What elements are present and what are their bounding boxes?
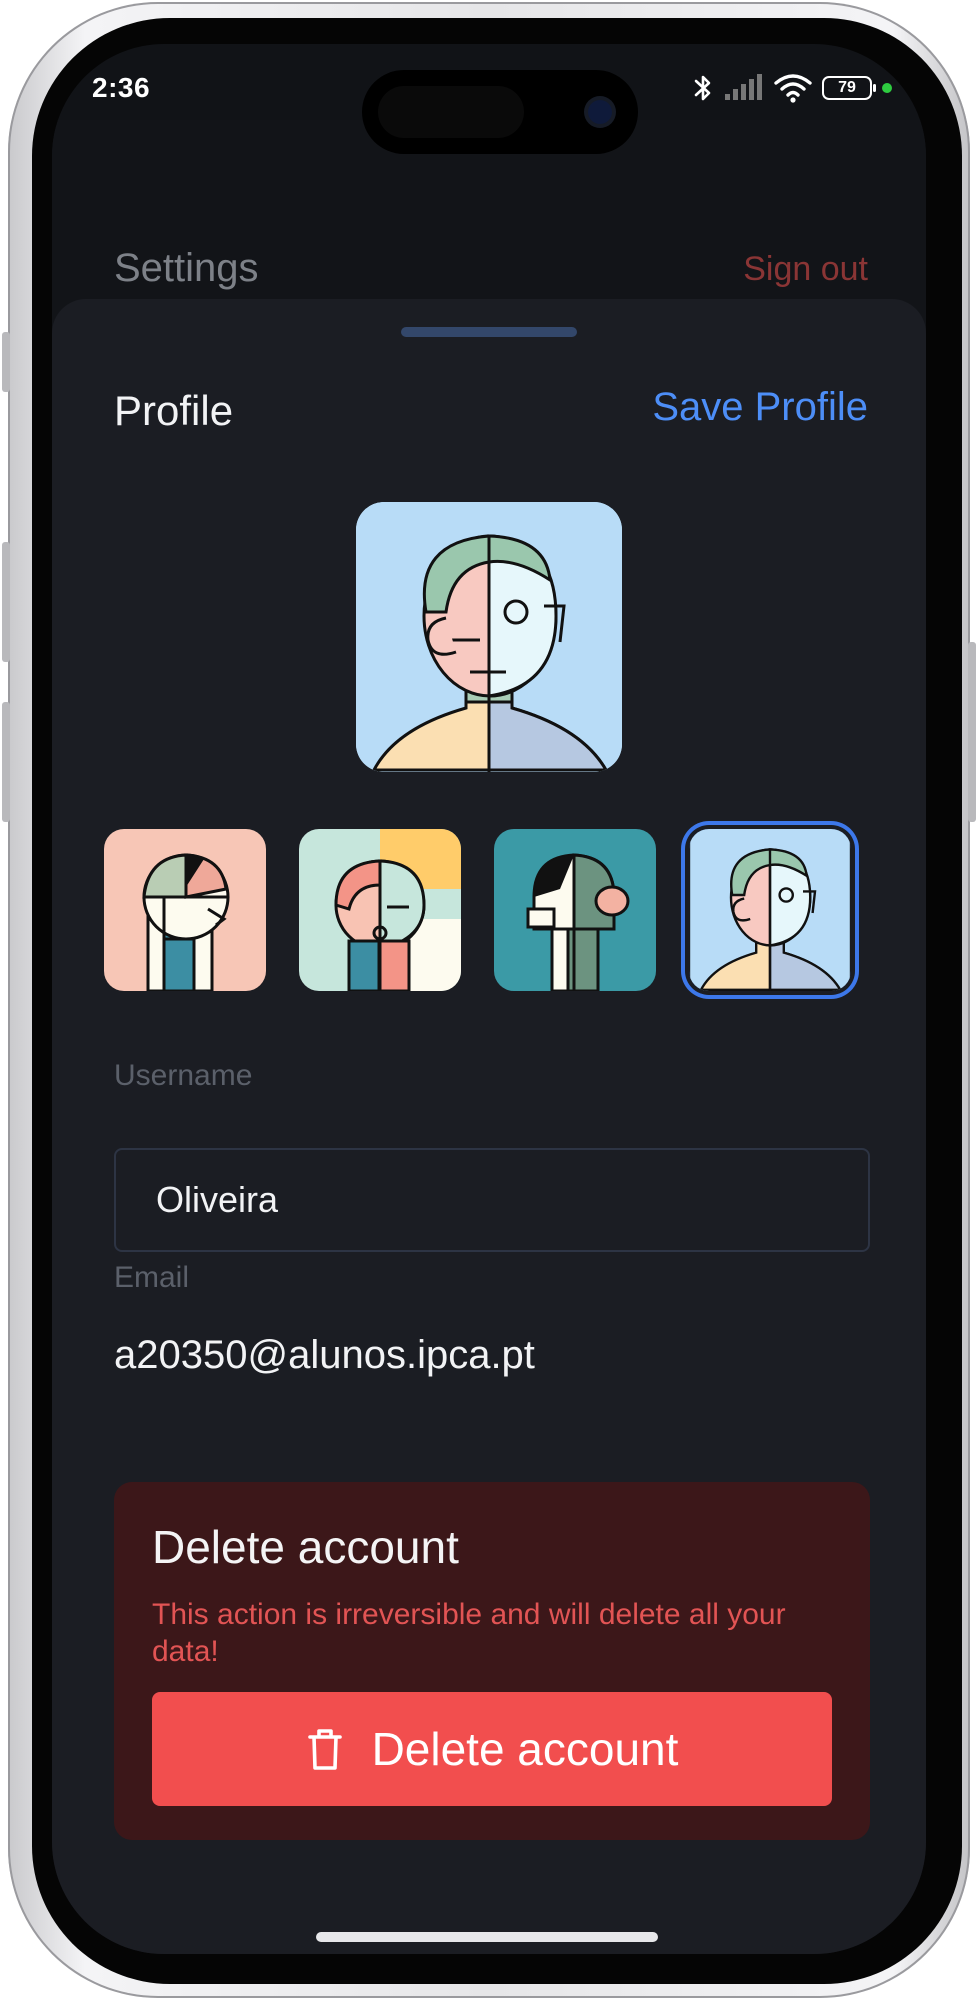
- avatar-face-illustration: [356, 502, 622, 772]
- status-icons: 79: [692, 70, 892, 106]
- username-input[interactable]: [114, 1148, 870, 1252]
- screen: Settings Sign out 2:36 79 Profile Save P…: [52, 44, 926, 1954]
- bluetooth-icon: [694, 75, 711, 101]
- email-label: Email: [114, 1261, 190, 1294]
- battery-level: 79: [838, 79, 856, 96]
- avatar-face-illustration: [690, 829, 850, 991]
- power-button: [968, 642, 976, 822]
- save-profile-button: Save Profile: [652, 385, 868, 429]
- avatar-face-illustration: [104, 829, 266, 991]
- sheet-title: Profile: [114, 387, 234, 434]
- battery-icon: 79: [822, 76, 876, 100]
- delete-account-warning: This action is irreversible and will del…: [152, 1598, 786, 1668]
- avatar-option-2[interactable]: [299, 829, 461, 991]
- island-sensor: [378, 86, 524, 138]
- home-indicator[interactable]: [316, 1932, 658, 1942]
- page-title: Settings: [114, 246, 259, 290]
- avatar-face-illustration: [299, 829, 461, 991]
- delete-account-button-label: Delete account: [371, 1723, 679, 1775]
- volume-down-button: [2, 702, 10, 822]
- privacy-indicator-dot: [882, 83, 892, 93]
- delete-account-panel: Delete account This action is irreversib…: [114, 1482, 870, 1840]
- status-bar: 2:36 79: [52, 44, 926, 154]
- trash-icon: [307, 1729, 342, 1770]
- avatar-option-3[interactable]: [494, 829, 656, 991]
- username-label: Username: [114, 1059, 253, 1092]
- wifi-icon: [774, 74, 812, 103]
- avatar-option-4[interactable]: [689, 829, 851, 991]
- avatar-option-1[interactable]: [104, 829, 266, 991]
- dynamic-island: [362, 70, 638, 154]
- profile-sheet: Profile Save Profile Username Oliveira E…: [52, 299, 926, 1954]
- sign-out-button[interactable]: Sign out: [743, 250, 868, 289]
- status-time: 2:36: [92, 72, 151, 103]
- sheet-drag-handle[interactable]: [401, 327, 577, 337]
- front-camera: [588, 100, 612, 124]
- avatar-face-illustration: [494, 829, 656, 991]
- cellular-signal-icon: [725, 74, 762, 100]
- delete-account-button[interactable]: Delete account: [152, 1692, 832, 1806]
- volume-up-button: [2, 542, 10, 662]
- delete-account-title: Delete account: [152, 1521, 459, 1573]
- email-value: a20350@alunos.ipca.pt: [114, 1333, 535, 1377]
- action-button: [2, 332, 10, 392]
- avatar-preview: [356, 502, 622, 772]
